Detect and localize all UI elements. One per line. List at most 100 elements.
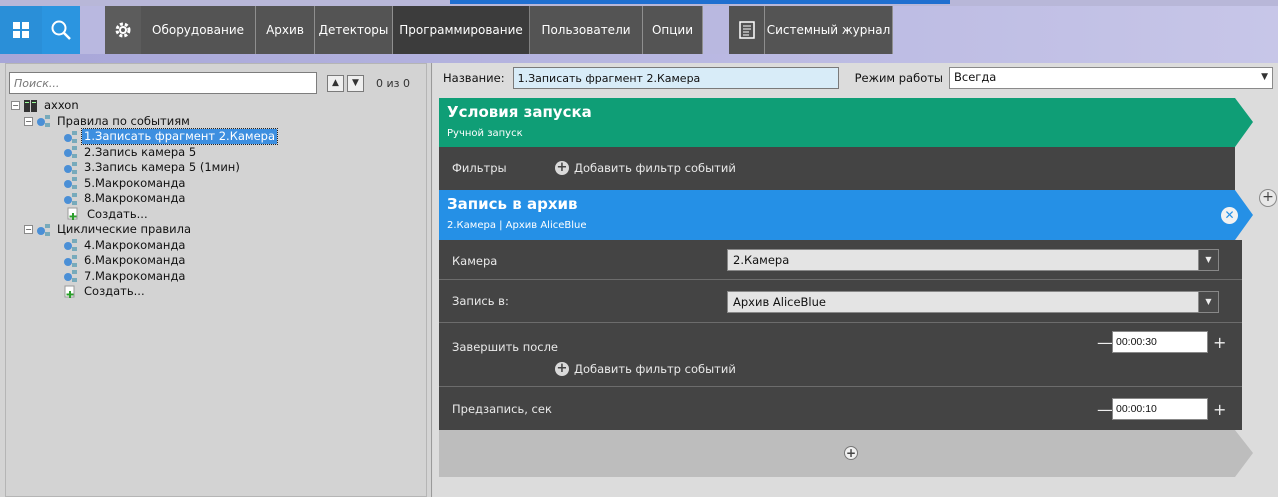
increment-button[interactable]: + — [1213, 400, 1226, 419]
camera-select[interactable]: 2.Камера ▼ — [727, 249, 1219, 271]
tree-node-rule[interactable]: 1.Записать фрагмент 2.Камера — [11, 128, 421, 146]
rule-icon — [63, 269, 79, 283]
decrement-button[interactable]: — — [1097, 333, 1113, 352]
nav-spacer-2 — [703, 6, 729, 54]
server-icon — [23, 99, 39, 113]
action-subtitle: 2.Камера | Архив AliceBlue — [447, 220, 587, 231]
conditions-title: Условия запуска — [447, 103, 592, 121]
add-filter-label: Добавить фильтр событий — [574, 362, 736, 376]
rule-name-input[interactable] — [512, 67, 839, 89]
gear-icon[interactable] — [105, 6, 141, 54]
add-circle-icon: + — [555, 160, 569, 175]
top-navigation-bar: Оборудование Архив Детекторы Программиро… — [0, 0, 1278, 63]
tree-node-rule[interactable]: 4.Макрокоманда — [11, 238, 421, 254]
tree-node-label: 3.Запись камера 5 (1мин) — [84, 160, 240, 175]
tree-node-rule[interactable]: 7.Макрокоманда — [11, 269, 421, 285]
rule-header-row: Название: Режим работы Всегда ▼ — [433, 63, 1278, 93]
archive-select-value: Архив AliceBlue — [733, 295, 826, 309]
tree-node-group-cyclic-rules[interactable]: − Циклические правила — [11, 222, 421, 238]
tree-node-label: Циклические правила — [57, 222, 192, 237]
nav-spacer — [80, 6, 105, 54]
rule-icon — [63, 254, 79, 268]
rule-group-icon — [36, 114, 52, 128]
archive-select[interactable]: Архив AliceBlue ▼ — [727, 291, 1219, 313]
rule-icon — [63, 238, 79, 252]
prerecord-control: — + — [1097, 398, 1226, 420]
finish-after-label: Завершить после — [452, 340, 559, 354]
param-camera-row: Камера 2.Камера ▼ — [439, 240, 1242, 280]
mode-label: Режим работы — [854, 71, 944, 85]
mode-select[interactable]: Всегда ▼ — [949, 67, 1274, 89]
nav-tab-programming[interactable]: Программирование — [393, 6, 530, 54]
tree-node-group-event-rules[interactable]: − Правила по событиям — [11, 114, 421, 130]
param-prerecord-row: Предзапись, сек — + — [439, 387, 1242, 430]
tree-node-rule[interactable]: 8.Макрокоманда — [11, 191, 421, 207]
tree-node-create[interactable]: Создать... — [11, 207, 421, 223]
finish-after-control: — + — [1097, 331, 1226, 353]
nav-tab-archive[interactable]: Архив — [256, 6, 315, 54]
search-prev-button[interactable]: ▲ — [327, 74, 344, 92]
tree-node-label: Создать... — [87, 206, 148, 221]
increment-button[interactable]: + — [1213, 333, 1226, 352]
rule-icon — [63, 176, 79, 190]
tree-node-root[interactable]: − axxon — [11, 98, 421, 114]
tree-node-label: Создать... — [84, 284, 145, 299]
collapse-toggle-icon[interactable]: − — [24, 225, 33, 235]
tree-node-rule[interactable]: 5.Макрокоманда — [11, 176, 421, 192]
rule-icon — [63, 145, 79, 159]
nav-tab-detectors[interactable]: Детекторы — [315, 6, 393, 54]
add-block-footer: + — [439, 430, 1253, 477]
chevron-down-icon: ▼ — [352, 78, 359, 88]
nav-tab-equipment[interactable]: Оборудование — [141, 6, 256, 54]
nav-tab-users[interactable]: Пользователи — [530, 6, 643, 54]
chevron-down-icon: ▼ — [1198, 292, 1218, 312]
journal-icon[interactable] — [729, 6, 765, 54]
tree-search-input[interactable] — [9, 72, 317, 94]
add-block-icon[interactable]: + — [844, 446, 858, 460]
action-block[interactable]: Запись в архив 2.Камера | Архив AliceBlu… — [439, 190, 1253, 240]
nav-tab-system-journal[interactable]: Системный журнал — [765, 6, 893, 54]
tree-node-label: axxon — [44, 98, 79, 113]
finish-after-input[interactable] — [1112, 331, 1208, 353]
trigger-conditions-block[interactable]: Условия запуска Ручной запуск — [439, 98, 1253, 147]
main-nav: Оборудование Архив Детекторы Программиро… — [0, 6, 1278, 54]
tree-node-rule[interactable]: 6.Макрокоманда — [11, 253, 421, 269]
grid-logo-icon[interactable] — [0, 6, 42, 54]
prerecord-input[interactable] — [1112, 398, 1208, 420]
add-event-filter-button-2[interactable]: + Добавить фильтр событий — [555, 362, 736, 376]
decrement-button[interactable]: — — [1097, 400, 1113, 419]
camera-label: Камера — [452, 254, 498, 268]
rules-tree-panel: ▲ ▼ 0 из 0 − axxon − Правила по событиям — [0, 63, 432, 497]
filters-row: Фильтры + Добавить фильтр событий — [439, 147, 1235, 190]
conditions-subtitle: Ручной запуск — [447, 128, 523, 139]
param-finish-after-row: Завершить после — + + Добавить фильтр со… — [439, 323, 1242, 387]
prerecord-label: Предзапись, сек — [452, 402, 552, 416]
chevron-up-icon: ▲ — [332, 78, 339, 88]
search-next-button[interactable]: ▼ — [347, 74, 364, 92]
collapse-toggle-icon[interactable]: − — [11, 101, 20, 111]
tree-node-label: 6.Макрокоманда — [84, 253, 186, 268]
tree-node-create[interactable]: Создать... — [11, 284, 421, 300]
search-icon[interactable] — [42, 6, 80, 54]
rule-icon — [63, 192, 79, 206]
tree-node-rule[interactable]: 2.Запись камера 5 — [11, 145, 421, 161]
tree-node-rule[interactable]: 3.Запись камера 5 (1мин) — [11, 160, 421, 176]
add-circle-icon: + — [555, 361, 569, 376]
search-result-counter: 0 из 0 — [376, 76, 410, 90]
nav-tab-options[interactable]: Опции — [643, 6, 703, 54]
close-action-icon[interactable]: ✕ — [1221, 207, 1238, 224]
tree-node-label: 5.Макрокоманда — [84, 175, 186, 190]
mode-select-value: Всегда — [954, 70, 997, 84]
tree-search-row: ▲ ▼ 0 из 0 — [9, 72, 427, 94]
rules-tree: − axxon − Правила по событиям 1.Записать… — [11, 98, 421, 300]
tree-node-label-selected: 1.Записать фрагмент 2.Камера — [80, 128, 279, 146]
action-title: Запись в архив — [447, 195, 578, 213]
tree-node-label: Правила по событиям — [57, 113, 190, 128]
add-action-icon[interactable]: + — [1259, 189, 1277, 207]
rule-icon — [63, 130, 79, 144]
add-filter-label: Добавить фильтр событий — [574, 161, 736, 175]
tree-node-label: 2.Запись камера 5 — [84, 144, 197, 159]
rule-name-label: Название: — [443, 71, 505, 85]
add-event-filter-button[interactable]: + Добавить фильтр событий — [555, 161, 736, 175]
collapse-toggle-icon[interactable]: − — [24, 116, 33, 126]
